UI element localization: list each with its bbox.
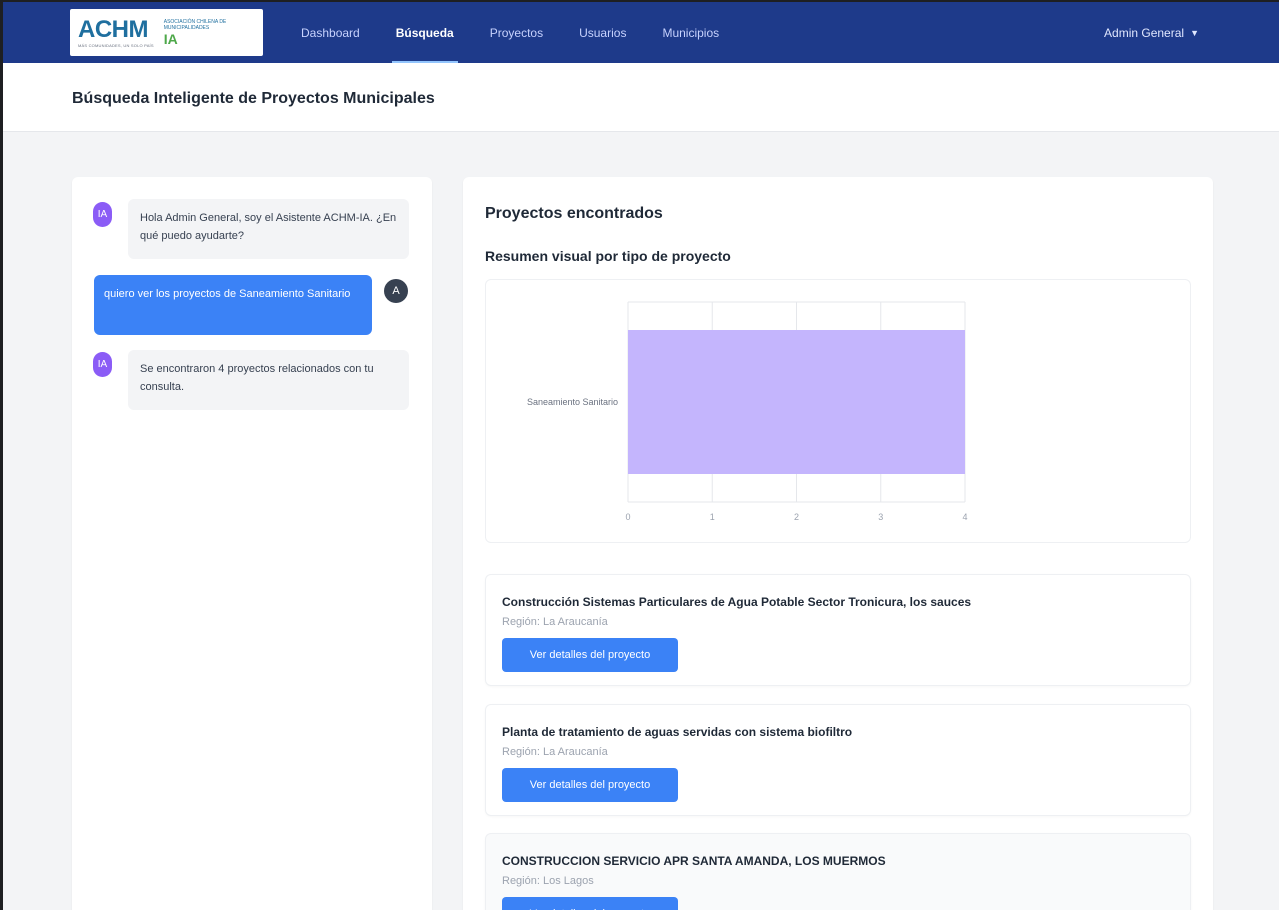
project-region: Región: Los Lagos xyxy=(502,875,594,887)
chat-message-user: quiero ver los proyectos de Saneamiento … xyxy=(94,275,372,335)
user-name: Admin General xyxy=(1104,25,1185,40)
chevron-down-icon: ▼ xyxy=(1190,27,1199,38)
logo-ia: IA xyxy=(163,30,178,47)
app-window: ACHM MÁS COMUNIDADES, UN SOLO PAÍS ASOCI… xyxy=(3,2,1279,910)
chart-bar xyxy=(628,330,965,474)
chart-x-tick-label: 0 xyxy=(625,512,630,522)
view-project-details-button[interactable]: Ver detalles del proyecto xyxy=(502,897,678,910)
results-title: Proyectos encontrados xyxy=(485,205,663,222)
project-card: CONSTRUCCION SERVICIO APR SANTA AMANDA, … xyxy=(485,833,1191,910)
page-title: Búsqueda Inteligente de Proyectos Munici… xyxy=(72,90,435,107)
chat-message-ai: Hola Admin General, soy el Asistente ACH… xyxy=(128,199,409,259)
chart-x-tick-label: 4 xyxy=(962,512,967,522)
top-navbar: ACHM MÁS COMUNIDADES, UN SOLO PAÍS ASOCI… xyxy=(3,2,1279,63)
nav-proyectos[interactable]: Proyectos xyxy=(472,2,561,63)
user-avatar: A xyxy=(384,279,408,303)
project-name: Planta de tratamiento de aguas servidas … xyxy=(502,725,853,739)
ai-avatar: IA xyxy=(93,352,112,377)
logo-association: ASOCIACIÓN CHILENA DE MUNICIPALIDADES xyxy=(163,18,227,31)
logo-wordmark: ACHM xyxy=(78,15,149,43)
page-header: Búsqueda Inteligente de Proyectos Munici… xyxy=(3,63,1279,132)
nav-busqueda[interactable]: Búsqueda xyxy=(378,2,472,63)
project-name: Construcción Sistemas Particulares de Ag… xyxy=(502,595,972,609)
nav-usuarios[interactable]: Usuarios xyxy=(561,2,644,63)
chat-message-ai: Se encontraron 4 proyectos relacionados … xyxy=(128,350,409,410)
nav-municipios[interactable]: Municipios xyxy=(644,2,737,63)
chart-x-tick-label: 2 xyxy=(794,512,799,522)
project-card: Planta de tratamiento de aguas servidas … xyxy=(485,704,1191,816)
project-card: Construcción Sistemas Particulares de Ag… xyxy=(485,574,1191,686)
project-region: Región: La Araucanía xyxy=(502,746,608,758)
chart-x-tick-label: 1 xyxy=(710,512,715,522)
chart-x-tick-label: 3 xyxy=(878,512,883,522)
chart-subtitle: Resumen visual por tipo de proyecto xyxy=(485,248,731,264)
results-panel: Proyectos encontrados Resumen visual por… xyxy=(463,177,1213,910)
ai-avatar: IA xyxy=(93,202,112,227)
project-type-chart: 0 1 2 3 4 Saneamiento Sanitario xyxy=(527,301,968,522)
nav-dashboard[interactable]: Dashboard xyxy=(283,2,378,63)
nav-links: Dashboard Búsqueda Proyectos Usuarios Mu… xyxy=(283,2,737,63)
project-region: Región: La Araucanía xyxy=(502,616,608,628)
chart-category-label: Saneamiento Sanitario xyxy=(527,397,618,407)
project-name: CONSTRUCCION SERVICIO APR SANTA AMANDA, … xyxy=(502,854,886,868)
view-project-details-button[interactable]: Ver detalles del proyecto xyxy=(502,638,678,672)
achm-logo[interactable]: ACHM MÁS COMUNIDADES, UN SOLO PAÍS ASOCI… xyxy=(70,9,263,56)
user-menu[interactable]: Admin General ▼ xyxy=(1104,2,1199,63)
chat-panel: IA Hola Admin General, soy el Asistente … xyxy=(72,177,432,910)
chart-card: 0 1 2 3 4 Saneamiento Sanitario xyxy=(485,279,1191,543)
view-project-details-button[interactable]: Ver detalles del proyecto xyxy=(502,768,678,802)
logo-tagline: MÁS COMUNIDADES, UN SOLO PAÍS xyxy=(78,42,154,48)
